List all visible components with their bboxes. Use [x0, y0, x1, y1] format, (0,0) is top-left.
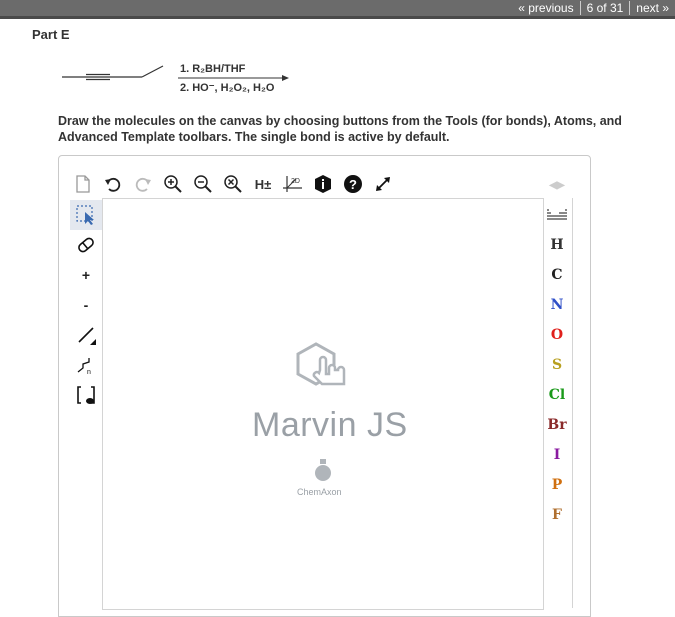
chain-tool[interactable]: n [70, 350, 102, 380]
clear-icon[interactable] [220, 171, 246, 197]
select-tool[interactable] [70, 200, 102, 230]
atom-button-f[interactable]: F [541, 500, 573, 530]
help-icon[interactable]: ? [340, 171, 366, 197]
alkyne-structure [62, 65, 164, 81]
minus-charge-tool[interactable]: - [70, 290, 102, 320]
marvin-logo-text: Marvin JS [252, 406, 408, 444]
fullscreen-icon[interactable] [370, 171, 396, 197]
redo-icon[interactable] [130, 171, 156, 197]
atom-button-cl[interactable]: Cl [541, 380, 573, 410]
chemaxon-brand: ChemAxon [297, 487, 342, 497]
atom-button-i[interactable]: I [541, 440, 573, 470]
top-bar: « previous 6 of 31 next » [0, 0, 675, 19]
periodic-table-icon[interactable] [541, 200, 573, 230]
drawing-canvas[interactable] [102, 198, 544, 610]
atom-list: H C N O S Cl Br I P F [541, 230, 573, 530]
previous-link[interactable]: « previous [512, 1, 579, 15]
part-title: Part E [32, 27, 70, 42]
plus-charge-tool[interactable]: + [70, 260, 102, 290]
left-toolbar: + - n [70, 200, 102, 410]
atom-button-o[interactable]: O [541, 320, 573, 350]
h-toggle-icon[interactable]: H± [250, 171, 276, 197]
svg-text:n: n [87, 369, 91, 376]
erase-tool[interactable] [70, 230, 102, 260]
info-icon[interactable] [310, 171, 336, 197]
top-toolbar: H± 2D ? [70, 170, 400, 198]
atom-button-h[interactable]: H [541, 230, 573, 260]
zoom-in-icon[interactable] [160, 171, 186, 197]
instructions-text: Draw the molecules on the canvas by choo… [58, 114, 622, 144]
pagination-nav: « previous 6 of 31 next » [512, 0, 675, 16]
bracket-tool[interactable] [70, 380, 102, 410]
2d-clean-icon[interactable]: 2D [280, 171, 306, 197]
zoom-out-icon[interactable] [190, 171, 216, 197]
marvin-logo-icon [296, 342, 346, 386]
undo-icon[interactable] [100, 171, 126, 197]
single-bond-tool[interactable] [70, 320, 102, 350]
next-link[interactable]: next » [630, 1, 675, 15]
atom-button-p[interactable]: P [541, 470, 573, 500]
svg-text:?: ? [349, 177, 357, 192]
atom-button-s[interactable]: S [541, 350, 573, 380]
toolbar-divider [572, 198, 573, 608]
atom-button-br[interactable]: Br [541, 410, 573, 440]
collapse-toggle-icon[interactable]: ◀▶ [541, 170, 573, 200]
atom-button-c[interactable]: C [541, 260, 573, 290]
2d-label: 2D [291, 178, 300, 185]
reagent-step-2: 2. HO⁻, H₂O₂, H₂O [180, 82, 275, 94]
reagent-step-1: 1. R₂BH/THF [180, 63, 246, 75]
atom-button-n[interactable]: N [541, 290, 573, 320]
page-position: 6 of 31 [586, 1, 624, 15]
atoms-toolbar: ◀▶ H C N O S Cl Br I P F [541, 170, 573, 530]
chemaxon-flask-icon [315, 459, 331, 481]
new-document-icon[interactable] [70, 171, 96, 197]
